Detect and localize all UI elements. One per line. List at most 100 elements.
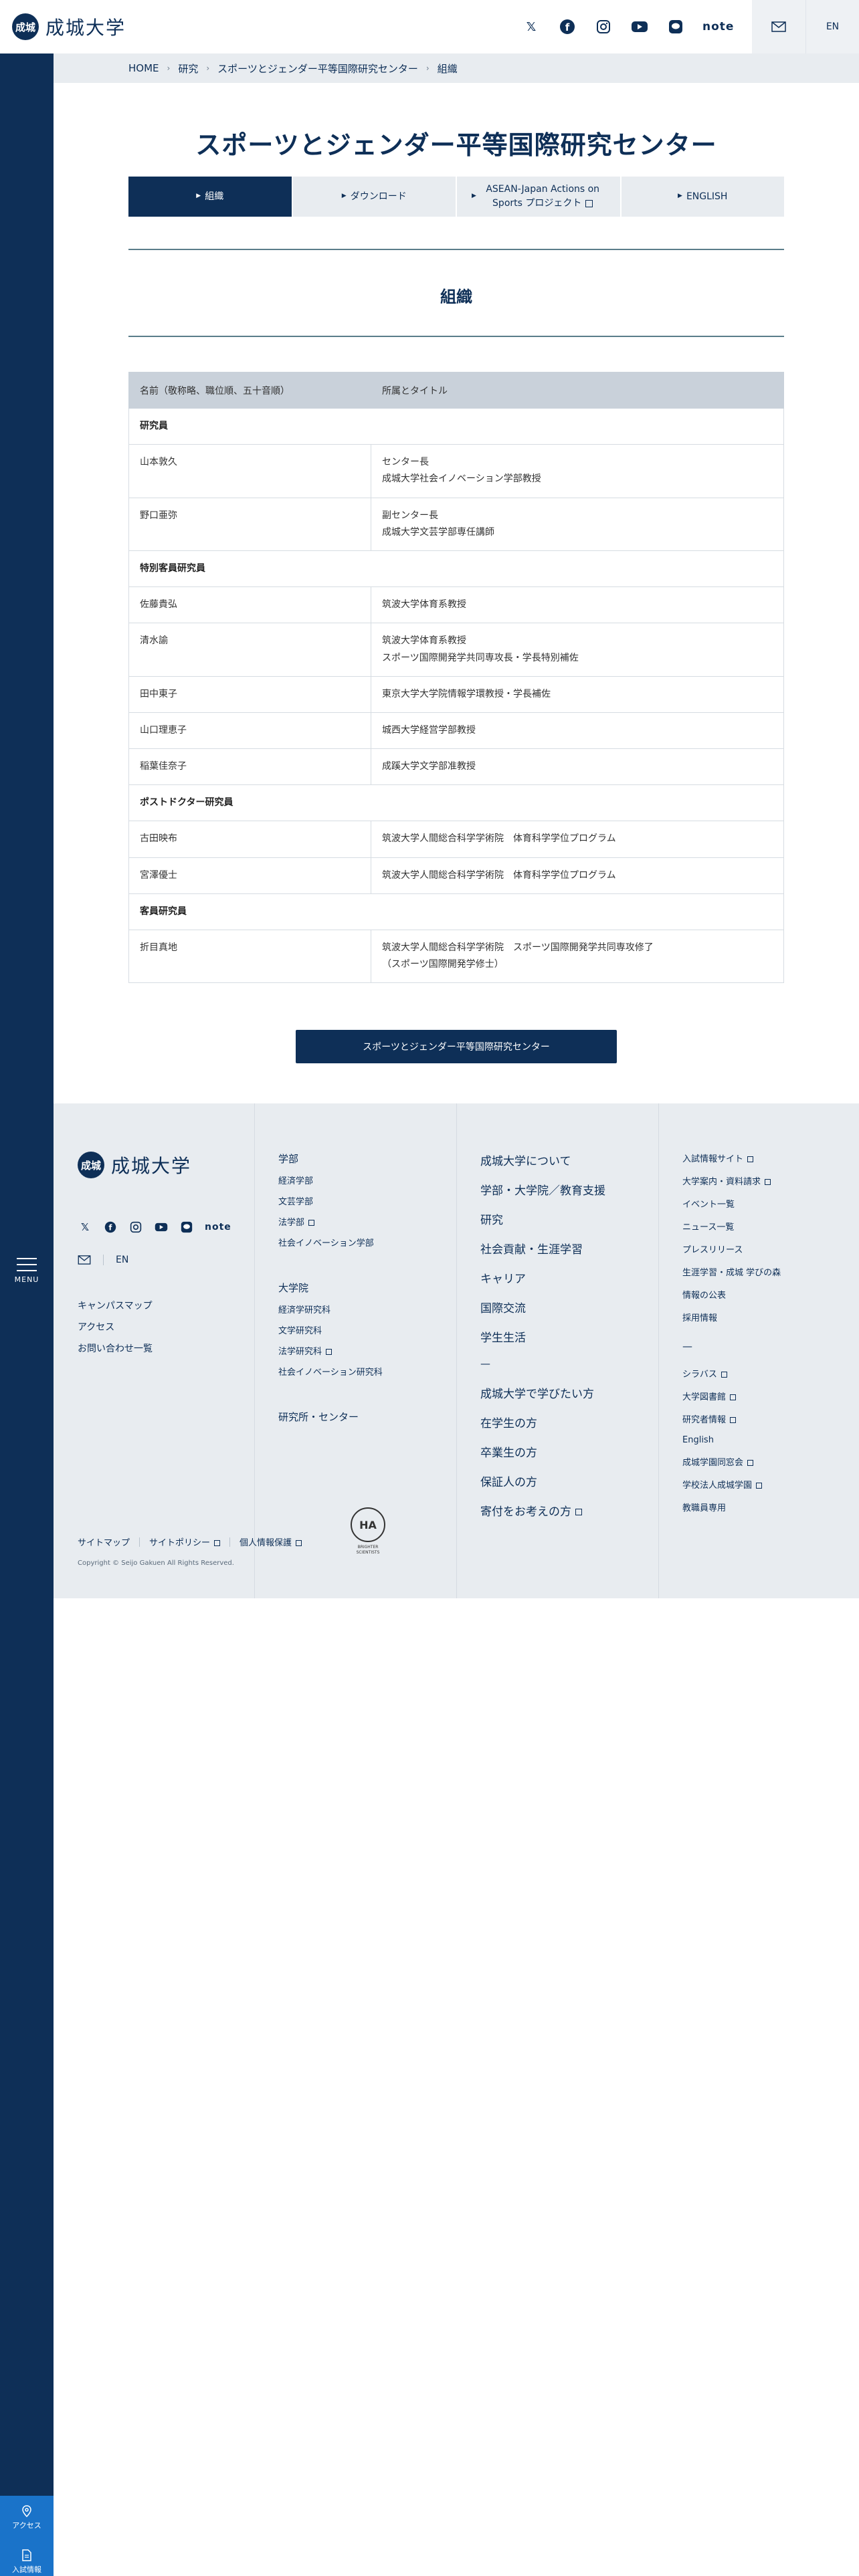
tab-download[interactable]: ▶ ダウンロード	[292, 177, 456, 217]
divider	[128, 249, 784, 250]
youtube-icon[interactable]	[630, 17, 649, 36]
table-row: 折目真地 筑波大学人間総合科学学術院 スポーツ国際開発学共同専攻修了 （スポーツ国…	[128, 929, 784, 984]
line-icon[interactable]	[179, 1220, 194, 1235]
footer-link[interactable]: プレスリリース	[682, 1243, 781, 1255]
footer-link[interactable]: シラバス	[682, 1367, 781, 1380]
footer-link[interactable]: 大学図書館	[682, 1390, 781, 1402]
youtube-icon[interactable]	[154, 1220, 169, 1235]
affiliation-line: 筑波大学人間総合科学学術院 スポーツ国際開発学共同専攻修了	[382, 942, 654, 953]
footer-main-link[interactable]: キャリア	[480, 1269, 605, 1286]
footer-link[interactable]: イベント一覧	[682, 1197, 781, 1210]
footer-link[interactable]: 法学部	[278, 1215, 383, 1228]
footer-link[interactable]: 経済学部	[278, 1174, 383, 1186]
footer-link[interactable]: 生涯学習・成城 学びの森	[682, 1265, 781, 1278]
note-logo[interactable]: note	[205, 1222, 231, 1232]
footer-main-link[interactable]: 研究	[480, 1210, 605, 1227]
instagram-icon[interactable]	[128, 1220, 143, 1235]
footer-link[interactable]: 研究者情報	[682, 1412, 781, 1425]
footer-audience-link[interactable]: 寄付をお考えの方	[480, 1502, 605, 1519]
tab-organization[interactable]: ▶ 組織	[128, 177, 292, 217]
site-footer: 成城 成城大学 𝕏 f note EN キャンパスマップ アクセス お問い合わせ…	[54, 1103, 859, 1598]
breadcrumb-center[interactable]: スポーツとジェンダー平等国際研究センター	[217, 62, 418, 76]
footer-audience-link[interactable]: 在学生の方	[480, 1414, 605, 1430]
footer-main-link[interactable]: 学部・大学院／教育支援	[480, 1181, 605, 1198]
footer-heading[interactable]: 大学院	[278, 1281, 383, 1295]
line-icon[interactable]	[666, 17, 685, 36]
footer-link-privacy[interactable]: 個人情報保護	[240, 1535, 302, 1548]
table-group-row: ポストドクター研究員	[128, 784, 784, 822]
tab-english[interactable]: ▶ ENGLISH	[621, 177, 784, 217]
footer-logo[interactable]: 成城 成城大学	[78, 1152, 191, 1178]
table-row: 山口理恵子 城西大学経営学部教授	[128, 712, 784, 750]
footer-link[interactable]: 文学研究科	[278, 1323, 383, 1336]
logo-text: 成城大学	[111, 1155, 192, 1177]
footer-link[interactable]: 社会イノベーション学部	[278, 1236, 383, 1249]
external-link-icon	[747, 1156, 754, 1162]
facebook-icon[interactable]: f	[558, 17, 577, 36]
footer-link[interactable]: 法学研究科	[278, 1344, 383, 1357]
footer-heading[interactable]: 学部	[278, 1152, 383, 1166]
footer-audience-link[interactable]: 卒業生の方	[480, 1443, 605, 1460]
tab-asean-project[interactable]: ▶ ASEAN-Japan Actions on Sports プロジェクト	[457, 177, 620, 217]
certification-badge[interactable]: HA BRIGHTER SCIENTISTS	[349, 1507, 387, 1569]
external-link-icon	[326, 1349, 332, 1355]
center-home-button[interactable]: スポーツとジェンダー平等国際研究センター	[296, 1030, 617, 1063]
external-link-icon	[585, 199, 593, 207]
footer-link[interactable]: 学校法人成城学園	[682, 1478, 781, 1491]
affiliation-line: 筑波大学人間総合科学学術院 体育科学学位プログラム	[382, 833, 616, 845]
footer-heading[interactable]: 研究所・センター	[278, 1410, 383, 1424]
footer-audience-link[interactable]: 保証人の方	[480, 1473, 605, 1489]
footer-link[interactable]: 入試情報サイト	[682, 1152, 781, 1164]
footer-link[interactable]: 情報の公表	[682, 1288, 781, 1301]
svg-text:f: f	[109, 1224, 112, 1232]
organization-table: 名前（敬称略、職位順、五十音順） 所属とタイトル 研究員 山本敦久 センター長成…	[128, 372, 784, 984]
footer-main-link[interactable]: 成城大学について	[480, 1152, 605, 1168]
side-item-access[interactable]: アクセス	[0, 2496, 54, 2540]
footer-link-label: 大学図書館	[682, 1392, 727, 1402]
footer-bottom-links: サイトマップ サイトポリシー 個人情報保護	[78, 1535, 302, 1548]
footer-link[interactable]: 採用情報	[682, 1311, 781, 1323]
footer-link[interactable]: 教職員専用	[682, 1501, 781, 1513]
instagram-icon[interactable]	[594, 17, 613, 36]
footer-main-link[interactable]: 学生生活	[480, 1328, 605, 1345]
mail-icon[interactable]	[78, 1255, 91, 1265]
footer-language-en[interactable]: EN	[116, 1255, 128, 1265]
breadcrumb-home[interactable]: HOME	[128, 62, 159, 74]
footer-link[interactable]: 文芸学部	[278, 1194, 383, 1207]
footer-link[interactable]: キャンパスマップ	[78, 1299, 153, 1312]
footer-link[interactable]: ニュース一覧	[682, 1220, 781, 1232]
note-logo[interactable]: note	[702, 20, 734, 33]
footer-link[interactable]: 社会イノベーション研究科	[278, 1365, 383, 1378]
site-logo[interactable]: 成城 成城大学	[12, 13, 126, 40]
breadcrumb-research[interactable]: 研究	[178, 62, 198, 76]
member-affiliation: 筑波大学人間総合科学学術院 体育科学学位プログラム	[371, 821, 784, 858]
footer-main-link[interactable]: 国際交流	[480, 1299, 605, 1315]
footer-link[interactable]: 成城学園同窓会	[682, 1455, 781, 1468]
affiliation-line: 副センター長	[382, 510, 438, 521]
language-switch-en[interactable]: EN	[805, 0, 859, 53]
footer-audience-link[interactable]: 成城大学で学びたい方	[480, 1384, 605, 1401]
footer-main-link[interactable]: 社会貢献・生涯学習	[480, 1240, 605, 1257]
x-icon[interactable]: 𝕏	[522, 17, 541, 36]
member-name: 清水諭	[128, 623, 371, 677]
x-icon[interactable]: 𝕏	[78, 1220, 92, 1235]
chevron-right-icon: ›	[425, 64, 430, 73]
footer-link-sitemap[interactable]: サイトマップ	[78, 1535, 130, 1548]
menu-button[interactable]: MENU	[0, 1244, 54, 1297]
column-divider	[456, 1103, 457, 1598]
hamburger-icon	[17, 1257, 37, 1271]
tab-label: ASEAN-Japan Actions on Sports プロジェクト	[486, 184, 600, 209]
footer-link[interactable]: English	[682, 1435, 781, 1445]
affiliation-line: 成城大学文芸学部専任講師	[382, 526, 494, 538]
footer-link[interactable]: お問い合わせ一覧	[78, 1341, 153, 1355]
group-label: 特別客員研究員	[128, 550, 784, 588]
footer-link[interactable]: 大学案内・資料請求	[682, 1174, 781, 1187]
facebook-icon[interactable]: f	[103, 1220, 118, 1235]
footer-link[interactable]: アクセス	[78, 1320, 153, 1333]
footer-link-site-policy[interactable]: サイトポリシー	[149, 1535, 221, 1548]
footer-link[interactable]: 経済学研究科	[278, 1303, 383, 1315]
footer-link-label: 入試情報サイト	[682, 1154, 744, 1164]
header-contact-button[interactable]	[752, 0, 805, 53]
side-item-admission[interactable]: 入試情報	[0, 2540, 54, 2576]
footer-link-label: サイトポリシー	[149, 1538, 211, 1548]
